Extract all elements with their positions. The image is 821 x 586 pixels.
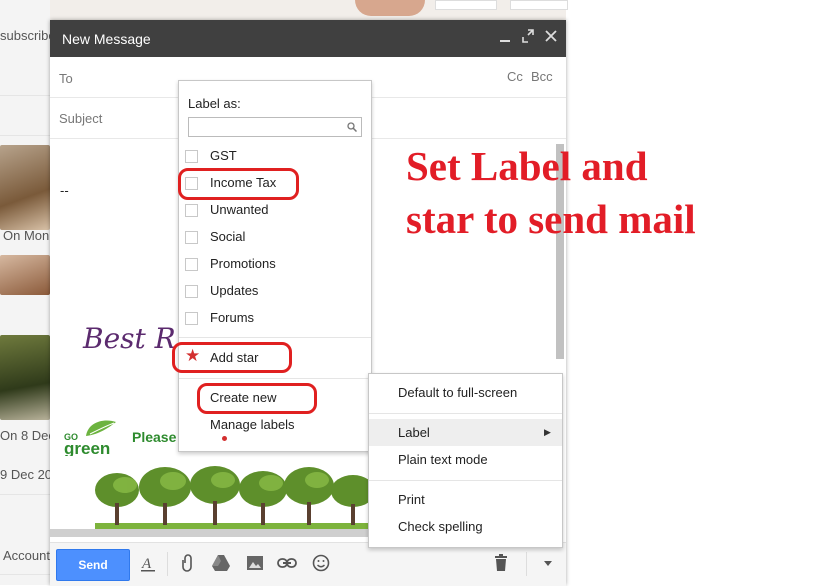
signature-dash: -- <box>60 183 69 198</box>
menu-item-label: Default to full-screen <box>398 385 518 400</box>
label-option-unwanted[interactable]: Unwanted <box>179 197 371 224</box>
label-option-text: Promotions <box>210 256 276 271</box>
manage-labels-label: Manage labels <box>210 417 295 432</box>
label-option-text: Updates <box>210 283 259 298</box>
background-photo <box>0 145 50 230</box>
compose-title: New Message <box>62 31 151 47</box>
paperclip-icon[interactable] <box>178 553 198 573</box>
please-text: Please <box>132 429 177 445</box>
send-button[interactable]: Send <box>56 549 130 581</box>
label-option-forums[interactable]: Forums <box>179 305 371 332</box>
label-checkbox[interactable] <box>185 204 198 217</box>
more-options-menu: Default to full-screen Label ▶ Plain tex… <box>368 373 563 548</box>
highlight-create-new <box>197 383 317 414</box>
inbox-row[interactable] <box>0 96 50 136</box>
manage-labels-option[interactable]: Manage labels <box>179 412 371 439</box>
label-option-text: Unwanted <box>210 202 269 217</box>
label-menu-header: Label as: <box>188 96 241 111</box>
link-icon[interactable] <box>277 553 297 573</box>
inbox-background: subscribe On Mon On 8 Dec 9 Dec 20 Accou… <box>0 0 50 585</box>
label-option-promotions[interactable]: Promotions <box>179 251 371 278</box>
background-photo <box>355 0 425 16</box>
compose-header[interactable]: New Message <box>50 20 566 57</box>
default-fullscreen-option[interactable]: Default to full-screen <box>369 379 562 406</box>
background-button <box>510 0 568 10</box>
label-option-text: Forums <box>210 310 255 325</box>
label-option-text: GST <box>210 148 237 163</box>
inbox-snippet: Account <box>3 548 50 563</box>
cursor-marker <box>222 436 227 441</box>
background-photo <box>0 335 50 420</box>
inbox-snippet: On 8 Dec <box>0 428 50 443</box>
to-label: To <box>59 71 73 86</box>
toolbar-separator <box>167 552 168 576</box>
trees-image <box>95 466 375 530</box>
menu-divider <box>369 480 562 481</box>
background-banner <box>50 0 568 20</box>
label-checkbox[interactable] <box>185 231 198 244</box>
menu-item-label: Print <box>398 492 425 507</box>
horizontal-scrollbar[interactable] <box>50 529 420 537</box>
emoji-icon[interactable] <box>311 553 331 573</box>
svg-text:A: A <box>141 556 152 572</box>
highlight-income-tax <box>178 168 299 200</box>
formatting-icon[interactable]: A <box>138 553 158 573</box>
inbox-snippet: 9 Dec 20 <box>0 467 50 482</box>
bcc-link[interactable]: Bcc <box>531 69 553 84</box>
inbox-row[interactable] <box>0 56 50 96</box>
plain-text-mode-option[interactable]: Plain text mode <box>369 446 562 473</box>
go-green-logo: GO green <box>64 420 116 456</box>
inbox-snippet: subscribe <box>0 28 50 43</box>
label-checkbox[interactable] <box>185 312 198 325</box>
chevron-right-icon: ▶ <box>544 427 551 437</box>
menu-item-label: Check spelling <box>398 519 483 534</box>
label-search-input[interactable] <box>188 117 362 137</box>
popout-icon[interactable] <box>519 29 537 46</box>
label-checkbox[interactable] <box>185 285 198 298</box>
subject-label: Subject <box>59 111 103 126</box>
toolbar-separator <box>526 552 527 576</box>
label-option-text: Social <box>210 229 246 244</box>
check-spelling-option[interactable]: Check spelling <box>369 513 562 540</box>
photo-icon[interactable] <box>245 553 265 573</box>
menu-divider <box>179 378 371 379</box>
background-photo <box>0 255 50 295</box>
search-icon <box>347 122 357 132</box>
close-icon[interactable] <box>542 29 560 46</box>
more-options-icon[interactable] <box>538 553 558 573</box>
label-option-social[interactable]: Social <box>179 224 371 251</box>
highlight-add-star <box>172 342 292 373</box>
label-checkbox[interactable] <box>185 150 198 163</box>
menu-divider <box>179 337 371 338</box>
menu-divider <box>369 413 562 414</box>
cc-link[interactable]: Cc <box>507 69 523 84</box>
background-button <box>435 0 497 10</box>
annotation-line: Set Label and <box>406 143 648 189</box>
annotation-text: Set Label and star to send mail <box>406 140 816 246</box>
annotation-line: star to send mail <box>406 196 696 242</box>
minimize-icon[interactable] <box>496 29 514 46</box>
drive-icon[interactable] <box>211 553 231 573</box>
label-submenu-option[interactable]: Label ▶ <box>369 419 562 446</box>
label-option-gst[interactable]: GST <box>179 143 371 170</box>
inbox-snippet: On Mon <box>3 228 50 243</box>
compose-toolbar: Send A <box>50 542 566 586</box>
svg-text:green: green <box>64 439 110 456</box>
label-checkbox[interactable] <box>185 258 198 271</box>
signature-text: Best R <box>83 322 176 355</box>
print-option[interactable]: Print <box>369 486 562 513</box>
label-option-updates[interactable]: Updates <box>179 278 371 305</box>
menu-item-label: Label <box>398 425 430 440</box>
menu-item-label: Plain text mode <box>398 452 488 467</box>
trash-icon[interactable] <box>491 553 511 573</box>
